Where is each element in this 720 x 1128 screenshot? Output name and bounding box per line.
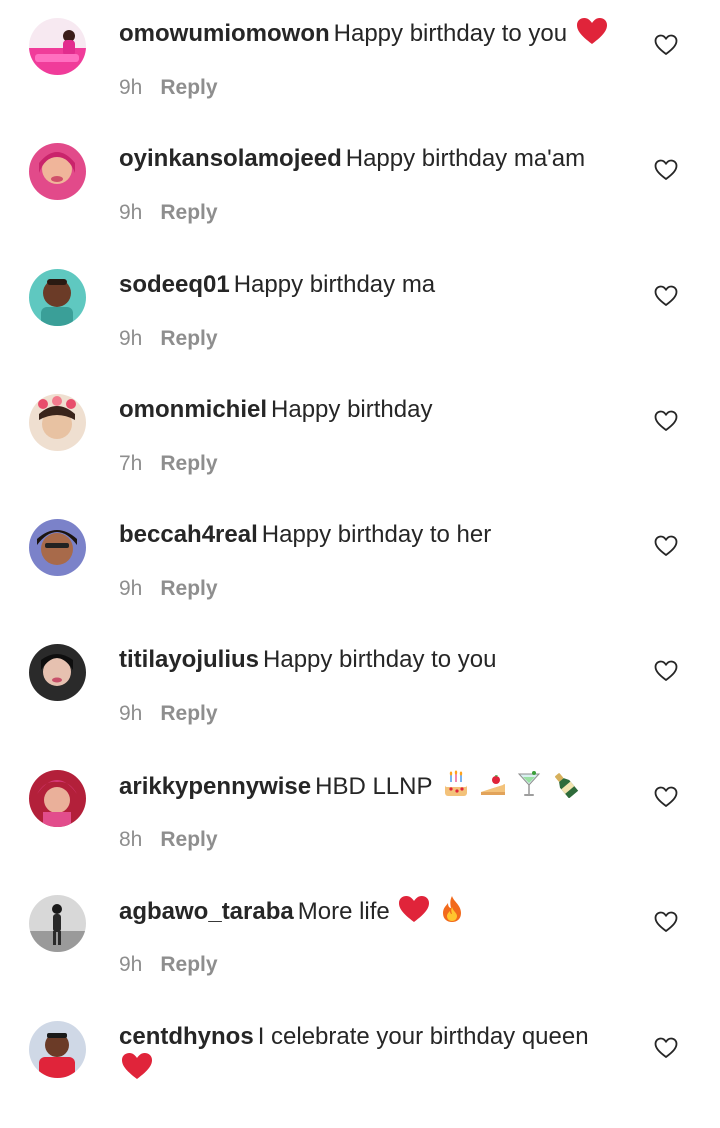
comment-text: HBD LLNP [315,773,433,800]
avatar[interactable] [29,18,86,75]
comment-text-block: oyinkansolamojeed Happy birthday ma'am [119,143,619,175]
red-heart-emoji-icon [399,896,430,923]
comment-item: titilayojulius Happy birthday to you 9h Re… [0,626,720,751]
username[interactable]: arikkypennywise [119,773,311,800]
comment-text-block: omowumiomowon Happy birthday to you [119,18,619,50]
heart-outline-icon [654,786,678,807]
timestamp: 9h [119,953,143,976]
timestamp: 9h [119,702,143,725]
heart-outline-icon [654,34,678,55]
comment-text: Happy birthday ma'am [345,145,586,172]
timestamp: 7h [119,452,143,475]
username[interactable]: omonmichiel [119,396,267,423]
comment-text-block: titilayojulius Happy birthday to you [119,644,619,676]
comment-meta: 7h Reply [119,450,218,478]
avatar[interactable] [29,1021,86,1078]
red-heart-emoji-icon [122,1053,152,1080]
comment-text: More life [297,898,390,925]
username[interactable]: agbawo_taraba [119,898,294,925]
like-button[interactable] [654,785,678,809]
heart-outline-icon [654,1037,678,1058]
username[interactable]: beccah4real [119,521,258,548]
timestamp: 8h [119,828,143,851]
username[interactable]: centdhynos [119,1023,254,1050]
avatar[interactable] [29,770,86,827]
comment-text: Happy birthday ma [233,271,436,298]
avatar[interactable] [29,895,86,952]
shortcake-emoji-icon [479,770,507,798]
heart-outline-icon [654,410,678,431]
fire-emoji-icon [439,895,465,923]
red-heart-emoji-icon [576,18,607,45]
comment-item: omowumiomowon Happy birthday to you 9h Rep… [0,0,720,125]
comment-text-block: agbawo_taraba More life [119,895,619,928]
avatar[interactable] [29,519,86,576]
timestamp: 9h [119,201,143,224]
timestamp: 9h [119,76,143,99]
comment-item: sodeeq01 Happy birthday ma 9h Reply [0,251,720,376]
comment-text: Happy birthday [271,396,433,423]
avatar[interactable] [29,269,86,326]
champagne-bottle-emoji-icon [551,770,581,798]
reply-button[interactable]: Reply [160,201,217,224]
comment-item: beccah4real Happy birthday to her 9h Reply [0,501,720,626]
avatar[interactable] [29,143,86,200]
like-button[interactable] [654,659,678,683]
reply-button[interactable]: Reply [160,577,217,600]
comment-meta: 9h Reply [119,325,218,353]
comment-meta: 9h Reply [119,199,218,227]
heart-outline-icon [654,159,678,180]
like-button[interactable] [654,534,678,558]
comment-text-block: omonmichiel Happy birthday [119,394,619,426]
comment-item: omonmichiel Happy birthday 7h Reply [0,376,720,501]
comment-meta: 9h Reply [119,951,218,979]
comment-meta: 9h Reply [119,700,218,728]
reply-button[interactable]: Reply [160,452,217,475]
comment-text: Happy birthday to you [333,20,568,47]
comment-item: arikkypennywise HBD LLNP 8h Reply [0,752,720,877]
comment-text: Happy birthday to you [263,646,497,673]
reply-button[interactable]: Reply [160,953,217,976]
username[interactable]: omowumiomowon [119,20,330,47]
reply-button[interactable]: Reply [160,76,217,99]
comment-meta: 9h Reply [119,575,218,603]
comment-text-block: centdhynos I celebrate your birthday quee… [119,1021,609,1085]
username[interactable]: sodeeq01 [119,271,230,298]
heart-outline-icon [654,285,678,306]
like-button[interactable] [654,1036,678,1060]
like-button[interactable] [654,910,678,934]
reply-button[interactable]: Reply [160,828,217,851]
comment-item: oyinkansolamojeed Happy birthday ma'am 9h… [0,125,720,250]
comment-text-block: arikkypennywise HBD LLNP [119,770,619,803]
comment-meta: 8h Reply [119,826,218,854]
reply-button[interactable]: Reply [160,702,217,725]
heart-outline-icon [654,535,678,556]
reply-button[interactable]: Reply [160,327,217,350]
heart-outline-icon [654,911,678,932]
like-button[interactable] [654,33,678,57]
username[interactable]: oyinkansolamojeed [119,145,342,172]
comment-meta: 9h Reply [119,74,218,102]
avatar[interactable] [29,394,86,451]
birthday-cake-emoji-icon [442,770,470,798]
comment-text-block: beccah4real Happy birthday to her [119,519,619,551]
timestamp: 9h [119,577,143,600]
like-button[interactable] [654,284,678,308]
like-button[interactable] [654,158,678,182]
username[interactable]: titilayojulius [119,646,259,673]
comment-item: agbawo_taraba More life 9h Reply [0,877,720,1002]
comment-text-block: sodeeq01 Happy birthday ma [119,269,619,301]
timestamp: 9h [119,327,143,350]
like-button[interactable] [654,409,678,433]
cocktail-glass-emoji-icon [517,770,541,798]
avatar[interactable] [29,644,86,701]
comment-text: Happy birthday to her [261,521,492,548]
comment-item: centdhynos I celebrate your birthday quee… [0,1003,720,1128]
heart-outline-icon [654,660,678,681]
comment-text: I celebrate your birthday queen [257,1023,589,1050]
